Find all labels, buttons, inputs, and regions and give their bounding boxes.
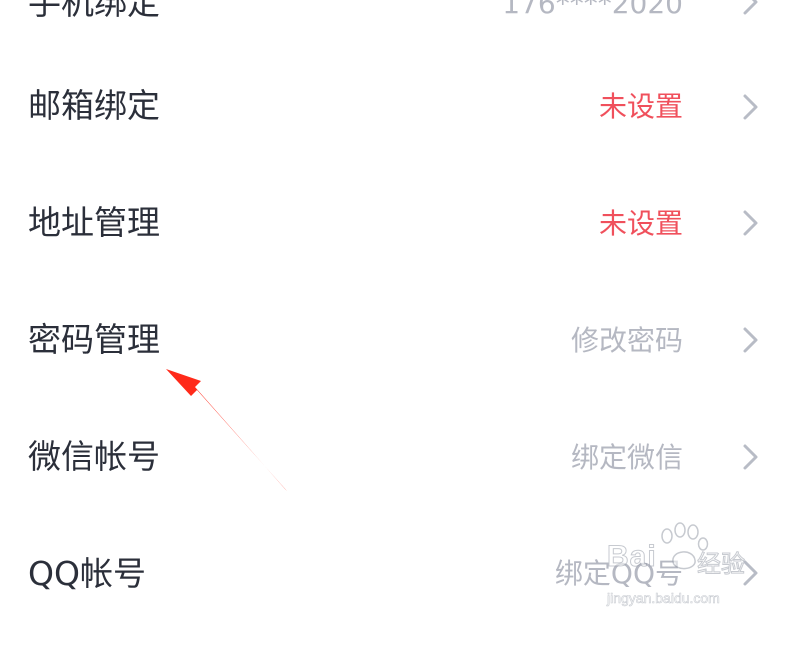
row-label: 邮箱绑定 xyxy=(28,86,160,125)
watermark-text: 经验 xyxy=(697,550,746,579)
row-value: 176****2020 xyxy=(502,0,683,20)
row-label: 地址管理 xyxy=(28,203,160,242)
settings-row-phone-binding[interactable]: 手机绑定 176****2020 xyxy=(0,0,791,62)
chevron-right-icon xyxy=(738,92,762,122)
row-label: 微信帐号 xyxy=(28,437,160,476)
settings-row-password-management[interactable]: 密码管理 修改密码 xyxy=(0,296,791,413)
row-label: 手机绑定 xyxy=(28,0,160,22)
baidu-jingyan-watermark: Bai 经验 jingyan.baidu.com xyxy=(605,522,765,620)
settings-row-address-management[interactable]: 地址管理 未设置 xyxy=(0,179,791,296)
watermark-url: jingyan.baidu.com xyxy=(607,590,720,607)
row-value: 修改密码 xyxy=(570,324,683,357)
row-label: 密码管理 xyxy=(28,320,160,359)
row-value: 绑定微信 xyxy=(570,441,683,474)
settings-row-email-binding[interactable]: 邮箱绑定 未设置 xyxy=(0,62,791,179)
row-value: 未设置 xyxy=(598,207,683,240)
chevron-right-icon xyxy=(738,0,762,17)
row-value: 未设置 xyxy=(598,90,683,123)
chevron-right-icon xyxy=(738,208,762,238)
chevron-right-icon xyxy=(738,442,762,472)
settings-row-wechat-account[interactable]: 微信帐号 绑定微信 xyxy=(0,413,791,530)
row-label: QQ帐号 xyxy=(28,554,146,593)
watermark-brand: Bai xyxy=(607,540,657,574)
chevron-right-icon xyxy=(738,325,762,355)
